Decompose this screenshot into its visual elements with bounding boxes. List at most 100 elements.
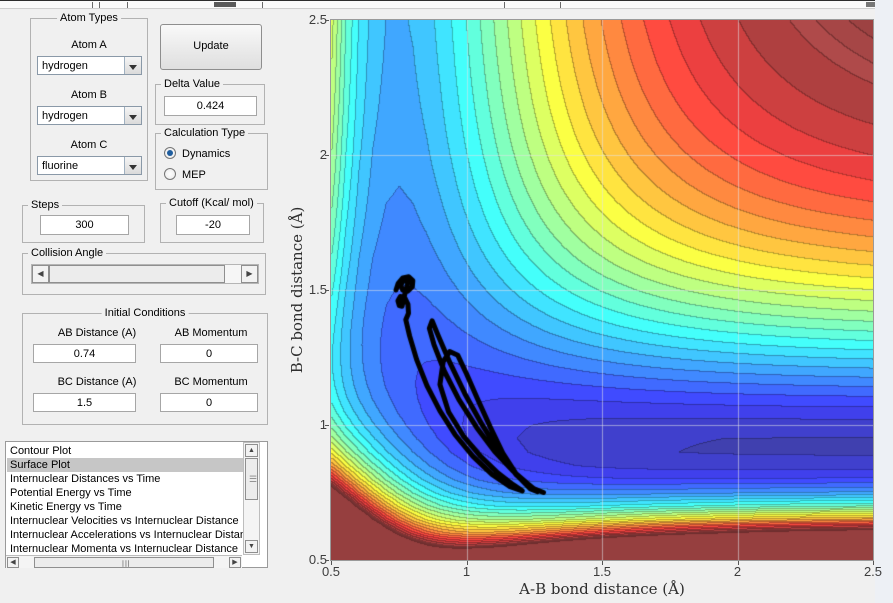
figure-right-margin [875,0,893,603]
list-item[interactable]: Internuclear Momenta vs Internuclear Dis… [7,542,248,556]
slider-thumb[interactable] [49,265,225,283]
ab-momentum-field[interactable] [160,344,258,363]
steps-field[interactable] [40,215,129,235]
toolbar-mark [560,2,561,8]
x-tick-label: 2.5 [863,564,883,579]
y-tick-label: 1 [319,417,327,432]
y-tick-mark [325,290,329,291]
scroll-right-arrow[interactable]: ▶ [229,557,241,568]
bc-distance-label: BC Distance (A) [57,376,137,388]
list-item[interactable]: Potential Energy vs Time [7,486,248,500]
chevron-down-icon [129,165,137,174]
y-tick-label: 2.5 [308,12,327,27]
scroll-left-arrow[interactable]: ◀ [7,557,19,568]
potential-energy-surface-plot [330,19,874,561]
delta-value-panel: Delta Value [155,78,265,125]
bc-momentum-label: BC Momentum [174,376,248,388]
dropdown-button[interactable] [124,107,141,124]
y-tick-mark [325,20,329,21]
ab-momentum-label: AB Momentum [174,327,248,339]
x-tick-label: 1.5 [592,564,612,579]
atom-c-label: Atom C [70,139,108,151]
scroll-down-arrow[interactable]: ▼ [245,540,258,553]
dynamics-radio[interactable] [164,147,176,159]
slider-right-arrow[interactable]: ▶ [241,265,258,283]
x-tick-label: 2 [733,564,742,579]
atom-b-dropdown[interactable]: hydrogen [37,106,142,125]
atom-a-dropdown[interactable]: hydrogen [37,56,142,75]
toolbar-mark [92,2,93,8]
y-axis-label: B-C bond distance (Å) [288,206,306,374]
scroll-up-arrow[interactable]: ▲ [245,444,258,457]
dropdown-button[interactable] [124,157,141,174]
chevron-down-icon [129,115,137,124]
chevron-down-icon [129,65,137,74]
initial-conditions-title: Initial Conditions [101,307,189,320]
delta-value-field[interactable] [164,96,257,116]
mep-radio[interactable] [164,168,176,180]
update-button[interactable]: Update [160,24,262,70]
atom-c-value: fluorine [42,160,79,172]
update-button-label: Update [193,40,229,52]
y-tick-mark [325,560,329,561]
list-item[interactable]: Internuclear Velocities vs Internuclear … [7,514,248,528]
dynamics-radio-label: Dynamics [182,148,231,160]
toolbar-mark [504,2,505,8]
list-item[interactable]: Internuclear Accelerations vs Internucle… [7,528,248,542]
steps-title: Steps [28,199,63,212]
slider-left-arrow[interactable]: ◀ [32,265,49,283]
calculation-type-panel: Calculation Type Dynamics MEP [155,127,268,190]
calculation-type-title: Calculation Type [161,127,249,140]
thumb-grip: ☰ [120,559,131,568]
atom-c-dropdown[interactable]: fluorine [37,156,142,175]
collision-angle-panel: Collision Angle ◀ ▶ [22,247,266,295]
x-axis-label: A-B bond distance (Å) [519,580,685,598]
hscroll-thumb[interactable]: ☰ [34,557,214,568]
mep-radio-label: MEP [182,169,206,181]
x-tick-mark [738,561,739,565]
atom-b-value: hydrogen [42,110,88,122]
ab-distance-field[interactable] [33,344,136,363]
toolbar-mark [214,2,236,7]
toolbar-mark [262,2,263,8]
list-item[interactable]: Contour Plot [7,444,248,458]
atom-types-panel: Atom Types Atom A hydrogen Atom B hydrog… [30,12,148,181]
collision-angle-title: Collision Angle [28,247,107,260]
vscroll-thumb[interactable]: ☰ [245,458,258,500]
list-item[interactable]: Surface Plot [7,458,248,472]
cutoff-panel: Cutoff (Kcal/ mol) [160,197,264,243]
reaction-dynamics-app: Atom Types Atom A hydrogen Atom B hydrog… [0,0,893,603]
toolbar-mark [127,2,128,8]
atom-b-label: Atom B [70,89,108,101]
x-tick-mark [602,561,603,565]
y-tick-mark [325,155,329,156]
x-tick-mark [467,561,468,565]
y-tick-mark [325,425,329,426]
window-top-strip [0,0,893,9]
y-tick-label: 0.5 [308,552,327,567]
x-tick-mark [873,561,874,565]
collision-angle-slider[interactable]: ◀ ▶ [31,264,259,284]
dropdown-button[interactable] [124,57,141,74]
listbox-hscrollbar[interactable]: ◀ ☰ ▶ [6,555,242,568]
delta-value-title: Delta Value [161,78,224,91]
bc-distance-field[interactable] [33,393,136,412]
bc-momentum-field[interactable] [160,393,258,412]
toolbar-mark [99,2,100,8]
atom-a-label: Atom A [71,39,107,51]
cutoff-field[interactable] [176,215,250,235]
list-item[interactable]: Internuclear Distances vs Time [7,472,248,486]
y-tick-label: 2 [319,147,327,162]
thumb-grip: ☰ [249,474,258,484]
atom-types-title: Atom Types [57,12,121,25]
plot-type-listbox[interactable]: Contour Plot Surface Plot Internuclear D… [5,441,268,568]
list-item[interactable]: Kinetic Energy vs Time [7,500,248,514]
atom-a-value: hydrogen [42,60,88,72]
x-tick-mark [331,561,332,565]
cutoff-title: Cutoff (Kcal/ mol) [166,197,257,210]
listbox-vscrollbar[interactable]: ▲ ☰ ▼ [243,442,260,555]
x-tick-label: 1 [462,564,471,579]
steps-panel: Steps [22,199,145,243]
ab-distance-label: AB Distance (A) [57,327,137,339]
initial-conditions-panel: Initial Conditions AB Distance (A) AB Mo… [22,307,268,425]
